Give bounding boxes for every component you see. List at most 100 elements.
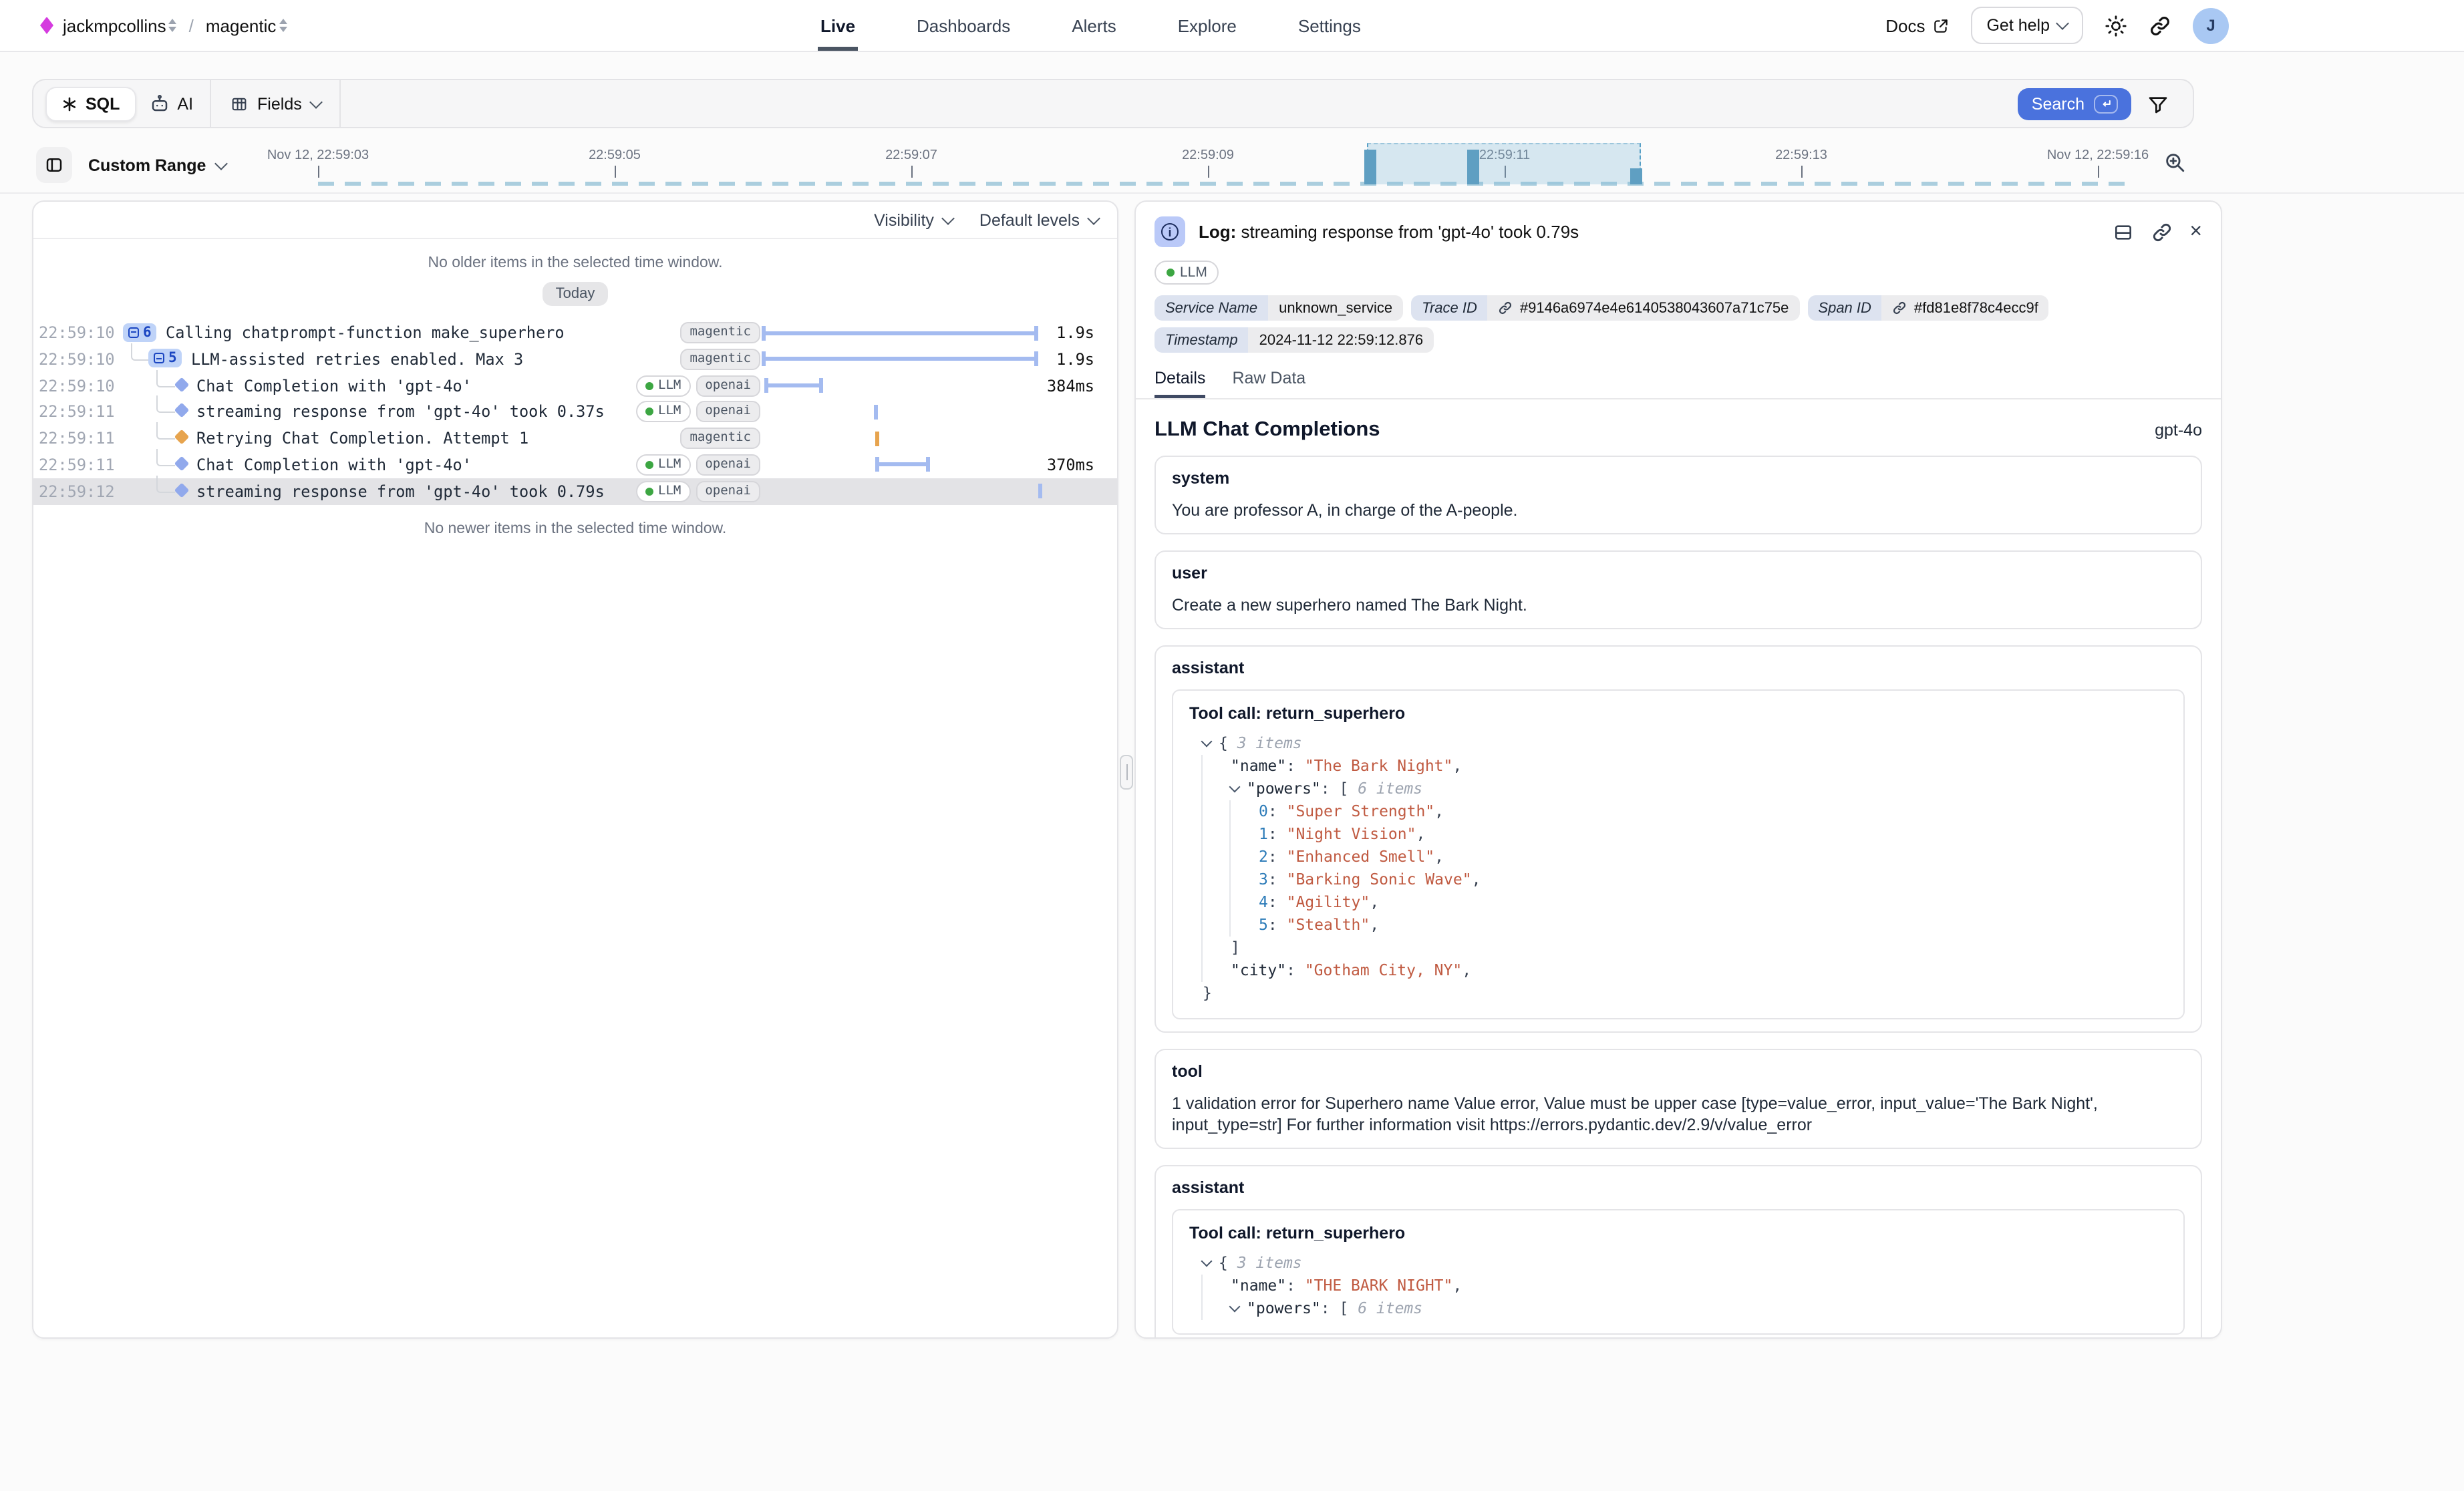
green-dot-icon xyxy=(645,381,653,389)
fields-dropdown[interactable]: Fields xyxy=(213,88,337,120)
trace-waterfall-cell xyxy=(763,399,1057,426)
visibility-dropdown[interactable]: Visibility xyxy=(874,210,953,229)
field-label: Span ID xyxy=(1807,295,1882,321)
sort-arrows-icon xyxy=(169,19,177,32)
detail-title: Log: streaming response from 'gpt-4o' to… xyxy=(1199,222,2099,242)
log-tags: magentic xyxy=(680,322,760,343)
filter-button[interactable] xyxy=(2147,93,2169,114)
timeline-selection[interactable] xyxy=(1367,143,1641,184)
split-view-icon[interactable] xyxy=(2112,221,2133,242)
field-badge-trace-id[interactable]: Trace ID#9146a6974e4e6140538043607a71c75… xyxy=(1411,295,1799,321)
log-row[interactable]: 22:59:11streaming response from 'gpt-4o'… xyxy=(33,399,1117,426)
duration-label: 370ms xyxy=(1001,456,1094,474)
no-older-items-text: No older items in the selected time wind… xyxy=(33,255,1117,271)
collapse-caret-icon[interactable] xyxy=(1201,1256,1213,1267)
field-label: Trace ID xyxy=(1411,295,1488,321)
link-icon xyxy=(1893,301,1907,315)
enter-key-icon xyxy=(2094,94,2118,113)
search-bar: SQL AI Fields Search xyxy=(32,79,2194,128)
breadcrumb: jackmpcollins / magentic xyxy=(40,0,287,51)
duration-label: 1.9s xyxy=(1001,323,1094,342)
event-tick xyxy=(874,405,878,420)
json-line: 0: "Super Strength", xyxy=(1189,800,2167,823)
chevron-down-icon xyxy=(2056,17,2069,30)
tag-pill-openai: openai xyxy=(696,454,760,476)
json-tree[interactable]: { 3 items"name": "THE BARK NIGHT","power… xyxy=(1189,1252,2167,1320)
get-help-button[interactable]: Get help xyxy=(1970,7,2083,44)
timeline-tick-mark xyxy=(2098,166,2099,178)
panel-resize-handle[interactable] xyxy=(1120,755,1133,790)
log-row[interactable]: 22:59:105LLM-assisted retries enabled. M… xyxy=(33,346,1117,373)
log-message: Chat Completion with 'gpt-4o' xyxy=(196,456,472,474)
timeline-tick-mark xyxy=(911,166,913,178)
json-line: 4: "Agility", xyxy=(1189,891,2167,914)
collapse-caret-icon[interactable] xyxy=(1201,736,1213,748)
collapse-caret-icon[interactable] xyxy=(1229,1301,1241,1313)
close-icon[interactable]: × xyxy=(2189,222,2202,241)
detail-tab-details[interactable]: Details xyxy=(1154,369,1205,398)
duration-label: 1.9s xyxy=(1001,350,1094,369)
default-levels-dropdown[interactable]: Default levels xyxy=(979,210,1098,229)
log-row[interactable]: 22:59:10Chat Completion with 'gpt-4o'LLM… xyxy=(33,372,1117,399)
detail-tab-raw-data[interactable]: Raw Data xyxy=(1232,369,1305,398)
field-badge-span-id[interactable]: Span ID#fd81e8f78c4ecc9f xyxy=(1807,295,2048,321)
llm-badge: LLM xyxy=(1154,261,1219,285)
green-dot-icon xyxy=(645,488,653,496)
warn-level-icon xyxy=(174,430,190,445)
message-text: Create a new superhero named The Bark Ni… xyxy=(1172,595,2185,616)
ai-mode-button[interactable]: AI xyxy=(136,87,206,120)
dataset-switcher[interactable]: magentic xyxy=(206,15,287,35)
tab-dashboards[interactable]: Dashboards xyxy=(914,0,1013,51)
tool-call-title: Tool call: return_superhero xyxy=(1189,704,2167,723)
field-label: Timestamp xyxy=(1154,327,1249,353)
timeline-histogram-bar xyxy=(1467,150,1479,184)
log-row[interactable]: 22:59:11Retrying Chat Completion. Attemp… xyxy=(33,425,1117,452)
today-badge: Today xyxy=(543,282,609,306)
tab-explore[interactable]: Explore xyxy=(1175,0,1239,51)
docs-link[interactable]: Docs xyxy=(1885,15,1949,35)
sql-mode-button[interactable]: SQL xyxy=(45,86,136,121)
search-button[interactable]: Search xyxy=(2018,88,2131,120)
field-label: Service Name xyxy=(1154,295,1268,321)
field-value: #fd81e8f78c4ecc9f xyxy=(1882,295,2049,321)
org-switcher[interactable]: jackmpcollins xyxy=(63,15,177,35)
chevron-down-icon xyxy=(309,95,323,108)
fields-label: Fields xyxy=(257,94,302,113)
collapse-caret-icon[interactable] xyxy=(1229,782,1241,793)
log-row[interactable]: 22:59:12streaming response from 'gpt-4o'… xyxy=(33,478,1117,505)
app-window: jackmpcollins / magentic Live Dashboards A… xyxy=(0,0,2464,1491)
span-duration-bar xyxy=(766,383,822,387)
json-line: { 3 items xyxy=(1189,732,2167,755)
log-row[interactable]: 22:59:106Calling chatprompt-function mak… xyxy=(33,319,1117,346)
zoom-in-button[interactable] xyxy=(2163,151,2186,180)
field-badge-timestamp[interactable]: Timestamp2024-11-12 22:59:12.876 xyxy=(1154,327,1434,353)
theme-toggle-button[interactable] xyxy=(2105,14,2127,37)
span-count-badge[interactable]: 6 xyxy=(123,323,157,341)
trace-waterfall-cell xyxy=(763,478,1057,505)
span-count-badge[interactable]: 5 xyxy=(148,349,182,368)
magnifier-plus-icon xyxy=(2163,151,2186,174)
asterisk-icon xyxy=(61,96,78,112)
tag-pill-openai: openai xyxy=(696,375,760,396)
tab-settings[interactable]: Settings xyxy=(1295,0,1364,51)
nav-right: Docs Get help J xyxy=(1885,0,2229,51)
json-line: "powers": [ 6 items xyxy=(1189,778,2167,800)
docs-label: Docs xyxy=(1885,15,1925,35)
user-avatar[interactable]: J xyxy=(2193,7,2229,43)
tag-pill-llm: LLM xyxy=(635,454,690,476)
timeline-tick-label: Nov 12, 22:59:16 xyxy=(2047,148,2149,163)
timeline-histogram[interactable]: Nov 12, 22:59:0322:59:0522:59:0722:59:09… xyxy=(0,140,2464,192)
log-row[interactable]: 22:59:11Chat Completion with 'gpt-4o'LLM… xyxy=(33,452,1117,478)
tag-pill-llm: LLM xyxy=(635,375,690,396)
tag-pill-llm: LLM xyxy=(635,481,690,502)
log-message: Calling chatprompt-function make_superhe… xyxy=(166,323,565,342)
log-message: streaming response from 'gpt-4o' took 0.… xyxy=(196,482,605,501)
tag-pill-magentic: magentic xyxy=(680,428,760,449)
copy-link-icon[interactable] xyxy=(2151,221,2172,242)
tab-live[interactable]: Live xyxy=(818,0,858,51)
field-badge-service-name[interactable]: Service Nameunknown_service xyxy=(1154,295,1403,321)
funnel-icon xyxy=(2147,93,2169,114)
share-link-button[interactable] xyxy=(2149,14,2171,37)
json-tree[interactable]: { 3 items"name": "The Bark Night","power… xyxy=(1189,732,2167,1005)
tab-alerts[interactable]: Alerts xyxy=(1069,0,1118,51)
